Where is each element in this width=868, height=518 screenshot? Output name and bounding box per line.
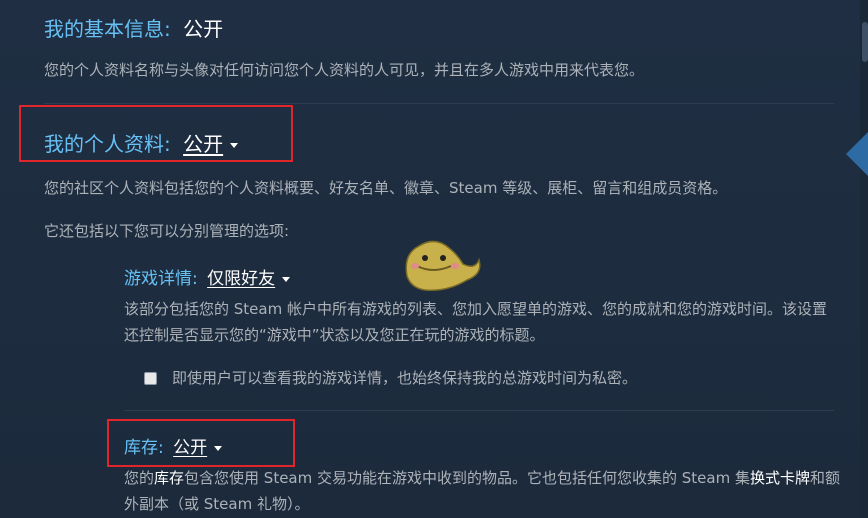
playtime-private-option[interactable]: 即使用户可以查看我的游戏详情，也始终保持我的总游戏时间为私密。 (144, 365, 637, 391)
duck-sticker-image (397, 236, 489, 294)
inventory-privacy-dropdown[interactable]: 公开 (173, 438, 223, 458)
profile-description: 您的社区个人资料包括您的个人资料概要、好友名单、徽章、Steam 等级、展柜、留… (44, 179, 728, 197)
chevron-down-icon (214, 445, 223, 451)
inventory-value: 公开 (173, 438, 208, 458)
trading-cards-link[interactable]: 换式卡牌 (750, 469, 810, 487)
profile-value: 公开 (183, 132, 224, 156)
profile-privacy-dropdown[interactable]: 公开 (183, 132, 239, 156)
game-details-privacy-dropdown[interactable]: 仅限好友 (207, 269, 291, 289)
side-panel-arrow-icon[interactable] (846, 132, 868, 176)
inventory-desc-middle: 包含您使用 Steam 交易功能在游戏中收到的物品。它也包括任何您收集的 Ste… (184, 469, 750, 487)
inventory-link[interactable]: 库存 (154, 469, 184, 487)
basic-info-label: 我的基本信息: (44, 17, 171, 41)
game-details-row: 游戏详情: 仅限好友 (124, 268, 291, 290)
chevron-down-icon (282, 276, 291, 282)
scrollbar-track[interactable] (860, 0, 868, 518)
game-details-value: 仅限好友 (207, 269, 276, 289)
playtime-private-label: 即使用户可以查看我的游戏详情，也始终保持我的总游戏时间为私密。 (172, 369, 638, 387)
basic-info-value: 公开 (183, 17, 224, 41)
game-details-label: 游戏详情: (124, 269, 198, 289)
divider (124, 410, 834, 411)
profile-label: 我的个人资料: (44, 132, 171, 156)
basic-info-row: 我的基本信息: 公开 (44, 16, 223, 42)
inventory-description: 您的库存包含您使用 Steam 交易功能在游戏中收到的物品。它也包括任何您收集的… (124, 465, 849, 517)
inventory-desc-prefix: 您的 (124, 469, 155, 487)
chevron-down-icon (230, 143, 239, 148)
playtime-private-checkbox[interactable] (144, 371, 157, 385)
divider (44, 103, 834, 104)
game-details-description: 该部分包括您的 Steam 帐户中所有游戏的列表、您加入愿望单的游戏、您的成就和… (124, 300, 827, 344)
basic-info-description: 您的个人资料名称与头像对任何访问您个人资料的人可见，并且在多人游戏中用来代表您。 (44, 61, 645, 79)
inventory-row: 库存: 公开 (124, 437, 223, 459)
scrollbar-thumb[interactable] (862, 22, 868, 62)
profile-row: 我的个人资料: 公开 (44, 131, 239, 157)
inventory-label: 库存: (124, 438, 164, 458)
